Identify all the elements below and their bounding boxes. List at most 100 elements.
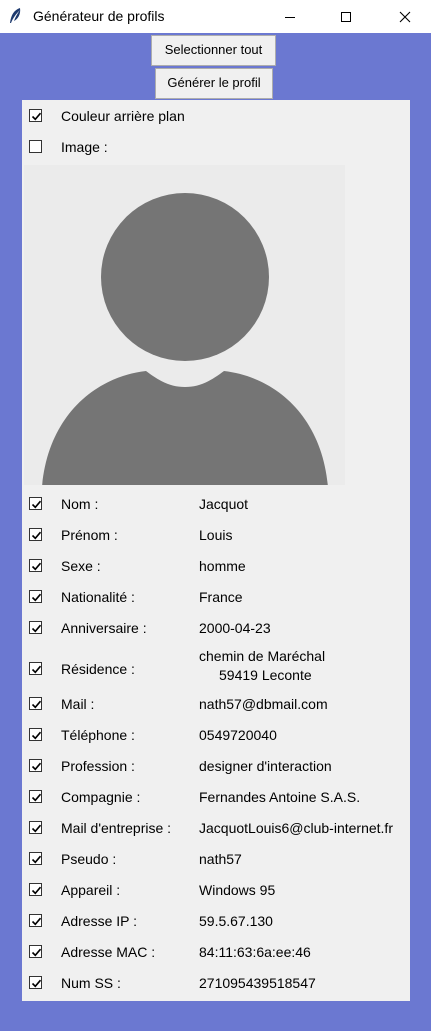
- field-row: Compagnie : Fernandes Antoine S.A.S.: [22, 786, 410, 808]
- image-checkbox[interactable]: [29, 140, 42, 153]
- checkmark-icon: [31, 824, 42, 833]
- image-label: Image :: [61, 139, 108, 155]
- field-value: chemin de Maréchal 59419 Leconte: [199, 647, 325, 685]
- field-checkbox[interactable]: [29, 559, 42, 572]
- field-label: Pseudo :: [61, 851, 117, 867]
- field-checkbox[interactable]: [29, 945, 42, 958]
- field-label: Nom :: [61, 496, 99, 512]
- checkmark-icon: [31, 979, 42, 988]
- field-label: Nationalité :: [61, 589, 135, 605]
- field-row: Nationalité : France: [22, 586, 410, 608]
- background-color-label: Couleur arrière plan: [61, 108, 185, 124]
- checkmark-icon: [31, 531, 42, 540]
- field-label: Adresse MAC :: [61, 944, 156, 960]
- field-label: Adresse IP :: [61, 913, 138, 929]
- checkmark-icon: [31, 562, 42, 571]
- field-label: Profession :: [61, 758, 135, 774]
- field-value: nath57@dbmail.com: [199, 696, 328, 712]
- field-checkbox[interactable]: [29, 728, 42, 741]
- user-silhouette-icon: [42, 193, 328, 485]
- field-row: Téléphone : 0549720040: [22, 724, 410, 746]
- checkmark-icon: [31, 917, 42, 926]
- feather-icon: [8, 7, 24, 25]
- checkmark-icon: [31, 700, 42, 709]
- background-color-checkbox[interactable]: [29, 109, 42, 122]
- checkmark-icon: [31, 762, 42, 771]
- field-label: Num SS :: [61, 975, 121, 991]
- field-row: Mail : nath57@dbmail.com: [22, 693, 410, 715]
- field-row: Sexe : homme: [22, 555, 410, 577]
- field-checkbox[interactable]: [29, 883, 42, 896]
- field-row: Mail d'entreprise : JacquotLouis6@club-in…: [22, 817, 410, 839]
- option-row-image: Image :: [22, 136, 410, 158]
- checkmark-icon: [31, 886, 42, 895]
- maximize-icon: [341, 11, 351, 22]
- field-checkbox[interactable]: [29, 621, 42, 634]
- field-label: Anniversaire :: [61, 620, 147, 636]
- checkmark-icon: [31, 855, 42, 864]
- field-checkbox[interactable]: [29, 662, 42, 675]
- field-value: designer d'interaction: [199, 758, 332, 774]
- close-icon: [399, 11, 411, 22]
- field-row: Anniversaire : 2000-04-23: [22, 617, 410, 639]
- field-label: Appareil :: [61, 882, 121, 898]
- field-value: 59.5.67.130: [199, 913, 273, 929]
- field-row: Nom : Jacquot: [22, 493, 410, 515]
- field-value: 2000-04-23: [199, 620, 271, 636]
- checkmark-icon: [31, 731, 42, 740]
- field-value: Windows 95: [199, 882, 276, 898]
- field-checkbox[interactable]: [29, 976, 42, 989]
- field-value: homme: [199, 558, 246, 574]
- minimize-button[interactable]: [267, 0, 313, 33]
- field-checkbox[interactable]: [29, 914, 42, 927]
- generate-profile-button[interactable]: Générer le profil: [155, 68, 273, 99]
- field-row: Profession : designer d'interaction: [22, 755, 410, 777]
- title-bar: Générateur de profils: [0, 0, 431, 33]
- field-value-line: 59419 Leconte: [219, 667, 312, 683]
- option-row-background-color: Couleur arrière plan: [22, 105, 410, 127]
- select-all-button[interactable]: Selectionner tout: [151, 35, 276, 66]
- field-row: Résidence : chemin de Maréchal 59419 Lecon…: [22, 648, 410, 683]
- close-button[interactable]: [382, 0, 428, 33]
- checkmark-icon: [31, 624, 42, 633]
- field-value: 0549720040: [199, 727, 277, 743]
- field-row: Pseudo : nath57: [22, 848, 410, 870]
- checkmark-icon: [31, 593, 42, 602]
- minimize-icon: [285, 16, 295, 18]
- field-value-line: chemin de Maréchal: [199, 648, 326, 664]
- field-value: 84:11:63:6a:ee:46: [199, 944, 311, 960]
- field-value: nath57: [199, 851, 242, 867]
- field-label: Téléphone :: [61, 727, 135, 743]
- field-row: Appareil : Windows 95: [22, 879, 410, 901]
- field-value: France: [199, 589, 243, 605]
- field-checkbox[interactable]: [29, 590, 42, 603]
- field-checkbox[interactable]: [29, 821, 42, 834]
- field-label: Sexe :: [61, 558, 101, 574]
- avatar-image: [24, 165, 345, 485]
- field-label: Compagnie :: [61, 789, 141, 805]
- field-value: JacquotLouis6@club-internet.fr: [199, 820, 393, 836]
- field-row: Num SS : 271095439518547: [22, 972, 410, 994]
- checkmark-icon: [31, 948, 42, 957]
- field-checkbox[interactable]: [29, 528, 42, 541]
- field-row: Adresse MAC : 84:11:63:6a:ee:46: [22, 941, 410, 963]
- field-label: Prénom :: [61, 527, 118, 543]
- checkmark-icon: [31, 793, 42, 802]
- field-value: Jacquot: [199, 496, 249, 512]
- field-value: Fernandes Antoine S.A.S.: [199, 789, 361, 805]
- window-title: Générateur de profils: [33, 8, 165, 24]
- field-checkbox[interactable]: [29, 790, 42, 803]
- checkmark-icon: [31, 665, 42, 674]
- field-value: 271095439518547: [199, 975, 316, 991]
- field-row: Adresse IP : 59.5.67.130: [22, 910, 410, 932]
- field-label: Mail :: [61, 696, 95, 712]
- checkmark-icon: [31, 112, 42, 121]
- field-checkbox[interactable]: [29, 697, 42, 710]
- maximize-button[interactable]: [323, 0, 369, 33]
- field-label: Mail d'entreprise :: [61, 820, 172, 836]
- field-checkbox[interactable]: [29, 852, 42, 865]
- checkmark-icon: [31, 500, 42, 509]
- field-row: Prénom : Louis: [22, 524, 410, 546]
- field-checkbox[interactable]: [29, 759, 42, 772]
- field-checkbox[interactable]: [29, 497, 42, 510]
